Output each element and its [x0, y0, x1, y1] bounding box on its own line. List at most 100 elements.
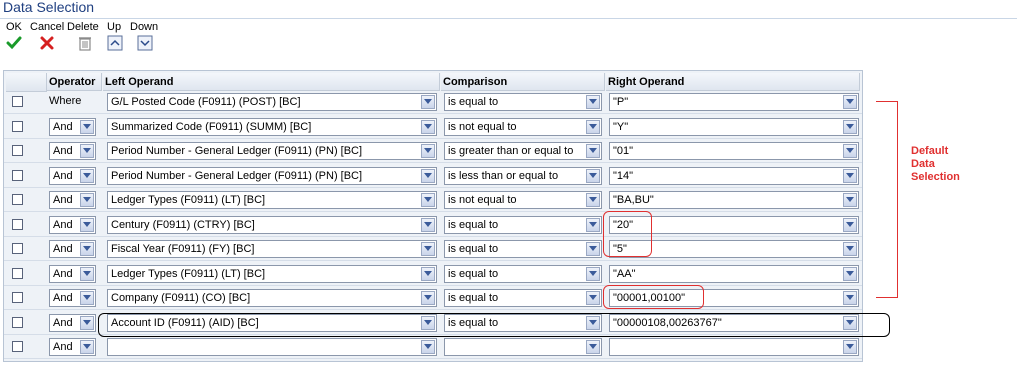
- chevron-down-icon[interactable]: [586, 217, 600, 232]
- comparison-select[interactable]: is not equal to: [444, 117, 602, 136]
- header-left-operand[interactable]: Left Operand: [103, 73, 440, 91]
- row-checkbox[interactable]: [12, 194, 23, 205]
- right-operand-select[interactable]: "14": [609, 166, 859, 185]
- chevron-down-icon[interactable]: [421, 340, 435, 354]
- chevron-down-icon[interactable]: [80, 144, 94, 158]
- header-comparison[interactable]: Comparison: [441, 73, 605, 91]
- row-checkbox[interactable]: [12, 218, 23, 230]
- operator-select[interactable]: And: [49, 142, 96, 160]
- operator-select[interactable]: And: [49, 240, 96, 258]
- left-operand-select[interactable]: [107, 338, 437, 356]
- chevron-down-icon[interactable]: [80, 193, 94, 207]
- cancel-button[interactable]: Cancel: [30, 20, 64, 54]
- chevron-down-icon[interactable]: [586, 266, 600, 281]
- chevron-down-icon[interactable]: [586, 193, 600, 207]
- comparison-select[interactable]: is less than or equal to: [444, 166, 602, 185]
- right-operand-select[interactable]: "BA,BU": [609, 191, 859, 209]
- comparison-select[interactable]: is equal to: [444, 289, 602, 307]
- chevron-down-icon[interactable]: [421, 291, 435, 305]
- operator-select[interactable]: And: [49, 338, 96, 356]
- chevron-down-icon[interactable]: [586, 340, 600, 354]
- comparison-select[interactable]: is equal to: [444, 240, 602, 258]
- comparison-select[interactable]: [444, 338, 602, 356]
- chevron-down-icon[interactable]: [421, 193, 435, 207]
- row-divider: [4, 162, 862, 163]
- chevron-down-icon[interactable]: [421, 217, 435, 232]
- left-operand-select[interactable]: Ledger Types (F0911) (LT) [BC]: [107, 264, 437, 283]
- chevron-down-icon[interactable]: [843, 217, 857, 232]
- header-right-operand[interactable]: Right Operand: [606, 73, 860, 91]
- chevron-down-icon[interactable]: [80, 168, 94, 183]
- chevron-down-icon[interactable]: [421, 266, 435, 281]
- chevron-down-icon[interactable]: [843, 95, 857, 109]
- chevron-down-icon[interactable]: [843, 168, 857, 183]
- operator-select[interactable]: And: [49, 313, 96, 332]
- delete-button[interactable]: Delete: [67, 20, 101, 54]
- chevron-down-icon[interactable]: [843, 144, 857, 158]
- chevron-down-icon[interactable]: [80, 315, 94, 330]
- left-operand-select[interactable]: Fiscal Year (F0911) (FY) [BC]: [107, 240, 437, 258]
- chevron-down-icon[interactable]: [80, 266, 94, 281]
- chevron-down-icon[interactable]: [421, 144, 435, 158]
- left-operand-select[interactable]: G/L Posted Code (F0911) (POST) [BC]: [107, 93, 437, 111]
- comparison-select[interactable]: is equal to: [444, 93, 602, 111]
- operator-select[interactable]: And: [49, 191, 96, 209]
- operator-select[interactable]: And: [49, 264, 96, 283]
- left-operand-select[interactable]: Ledger Types (F0911) (LT) [BC]: [107, 191, 437, 209]
- left-operand-select-value: Company (F0911) (CO) [BC]: [111, 292, 251, 304]
- chevron-down-icon[interactable]: [421, 95, 435, 109]
- chevron-down-icon[interactable]: [843, 193, 857, 207]
- row-checkbox[interactable]: [12, 96, 23, 107]
- left-operand-select[interactable]: Period Number - General Ledger (F0911) (…: [107, 166, 437, 185]
- chevron-down-icon[interactable]: [843, 119, 857, 134]
- ok-button[interactable]: OK: [6, 20, 28, 54]
- left-operand-select[interactable]: Summarized Code (F0911) (SUMM) [BC]: [107, 117, 437, 136]
- comparison-select[interactable]: is equal to: [444, 215, 602, 234]
- row-checkbox[interactable]: [12, 267, 23, 279]
- row-checkbox[interactable]: [12, 292, 23, 303]
- chevron-down-icon[interactable]: [586, 95, 600, 109]
- chevron-down-icon[interactable]: [80, 242, 94, 256]
- row-checkbox[interactable]: [12, 341, 23, 352]
- chevron-down-icon[interactable]: [421, 242, 435, 256]
- header-operator[interactable]: Operator: [47, 73, 102, 91]
- left-operand-select[interactable]: Company (F0911) (CO) [BC]: [107, 289, 437, 307]
- left-operand-select[interactable]: Period Number - General Ledger (F0911) (…: [107, 142, 437, 160]
- operator-select[interactable]: And: [49, 166, 96, 185]
- row-checkbox[interactable]: [12, 316, 23, 328]
- operator-select[interactable]: And: [49, 117, 96, 136]
- row-checkbox[interactable]: [12, 145, 23, 156]
- chevron-down-icon[interactable]: [586, 242, 600, 256]
- right-operand-select[interactable]: "Y": [609, 117, 859, 136]
- left-operand-select[interactable]: Century (F0911) (CTRY) [BC]: [107, 215, 437, 234]
- chevron-down-icon[interactable]: [843, 266, 857, 281]
- chevron-down-icon[interactable]: [586, 291, 600, 305]
- right-operand-select-value: "P": [613, 96, 629, 108]
- right-operand-select[interactable]: "P": [609, 93, 859, 111]
- comparison-select[interactable]: is greater than or equal to: [444, 142, 602, 160]
- chevron-down-icon[interactable]: [843, 291, 857, 305]
- right-operand-select[interactable]: "01": [609, 142, 859, 160]
- row-checkbox[interactable]: [12, 120, 23, 132]
- chevron-down-icon[interactable]: [843, 242, 857, 256]
- right-operand-select[interactable]: [609, 338, 859, 356]
- up-button[interactable]: Up: [107, 20, 125, 54]
- comparison-select[interactable]: is equal to: [444, 264, 602, 283]
- chevron-down-icon[interactable]: [421, 119, 435, 134]
- chevron-down-icon[interactable]: [586, 168, 600, 183]
- chevron-down-icon[interactable]: [80, 217, 94, 232]
- operator-select[interactable]: And: [49, 289, 96, 307]
- chevron-down-icon[interactable]: [80, 291, 94, 305]
- chevron-down-icon[interactable]: [80, 340, 94, 354]
- chevron-down-icon[interactable]: [586, 144, 600, 158]
- comparison-select[interactable]: is not equal to: [444, 191, 602, 209]
- chevron-down-icon[interactable]: [80, 119, 94, 134]
- chevron-down-icon[interactable]: [843, 340, 857, 354]
- operator-select[interactable]: And: [49, 215, 96, 234]
- chevron-down-icon[interactable]: [586, 119, 600, 134]
- row-checkbox[interactable]: [12, 169, 23, 181]
- row-checkbox[interactable]: [12, 243, 23, 254]
- down-button[interactable]: Down: [130, 20, 160, 54]
- chevron-down-icon[interactable]: [421, 168, 435, 183]
- right-operand-select[interactable]: "AA": [609, 264, 859, 283]
